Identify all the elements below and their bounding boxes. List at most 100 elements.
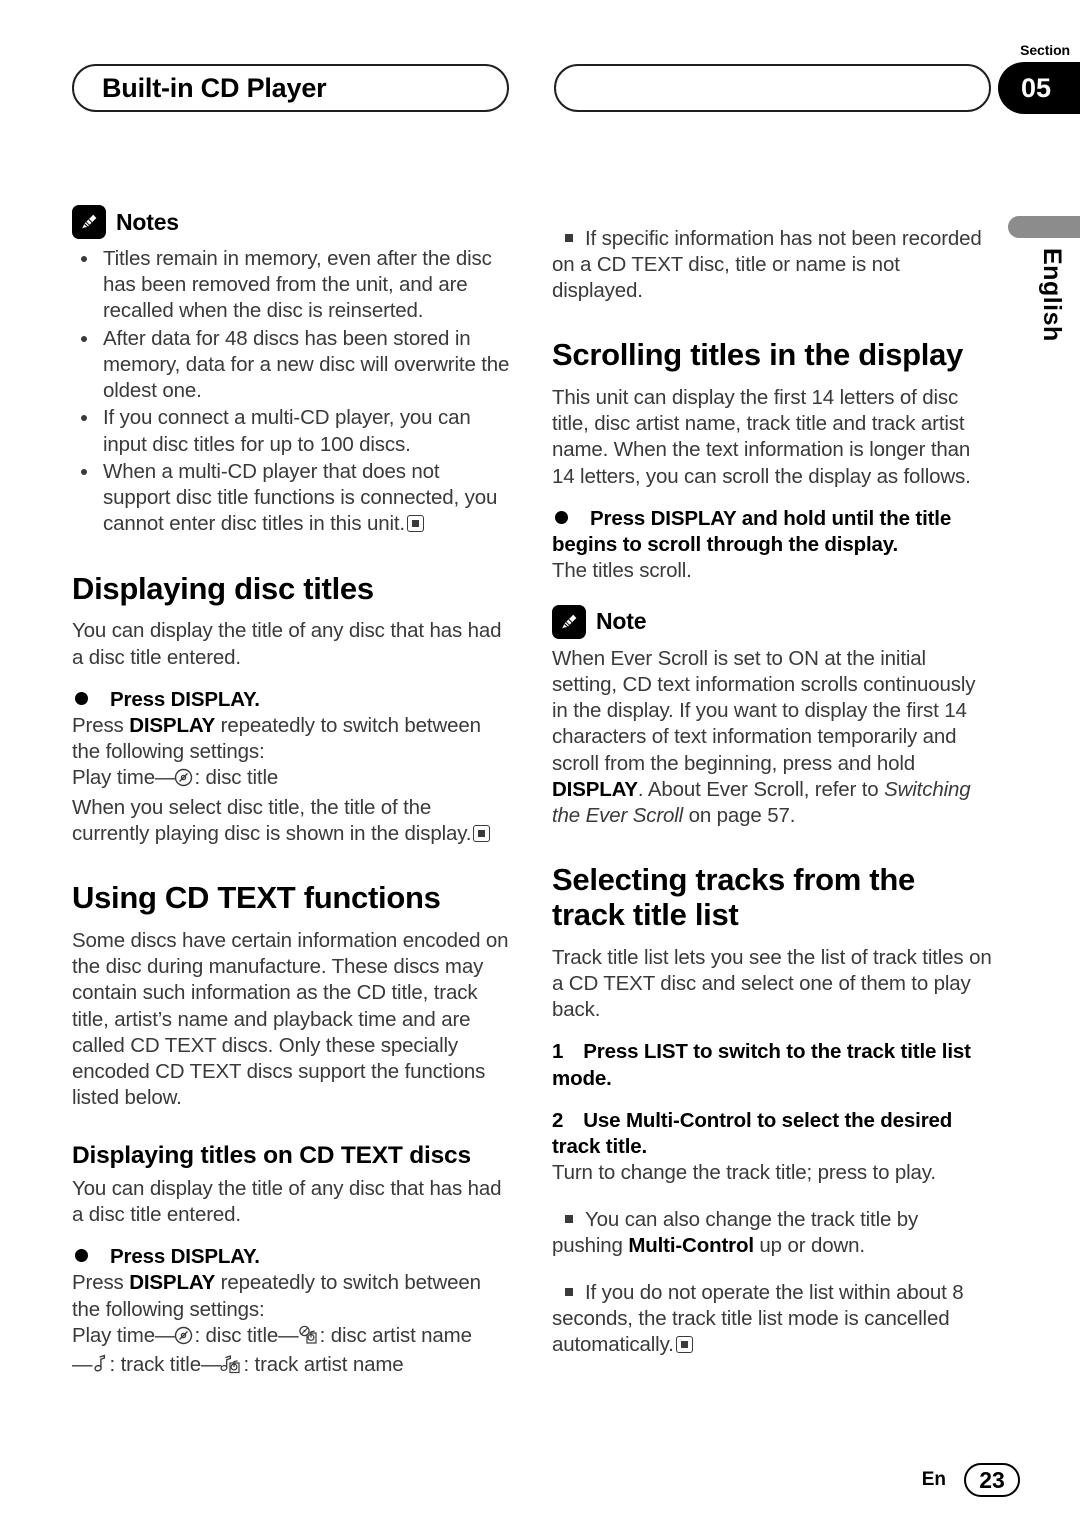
language-tab-marker (1008, 216, 1080, 238)
square-bullet-icon (565, 1288, 573, 1297)
sequence-disc-title: : disc title (194, 1323, 279, 1347)
displaying-titles-cd-text-intro: You can display the title of any disc th… (72, 1176, 502, 1226)
section-number-badge: 05 (998, 62, 1080, 114)
list-item-text: When a multi-CD player that does not sup… (103, 459, 498, 536)
top-square-note: If specific information has not been rec… (552, 226, 992, 305)
note-part-2: . About Ever Scroll, refer to (637, 777, 885, 801)
using-cd-text-body: Some discs have certain information enco… (72, 928, 509, 1110)
page-footer: En 23 (922, 1463, 1020, 1497)
body-pre: Press (72, 714, 130, 737)
bullet-dot-icon (555, 510, 568, 524)
square-bullet-icon (565, 1215, 573, 1224)
step-text: Press DISPLAY. (110, 1245, 260, 1269)
end-of-topic-icon (675, 1336, 693, 1354)
sub-note-1-bold: Multi-Control (628, 1234, 754, 1258)
display-sequence-3: —: track title—: track artist name (72, 1352, 512, 1381)
note-bold-display: DISPLAY (552, 777, 638, 801)
sub-note-1-post: up or down. (753, 1234, 865, 1258)
sequence-disc-artist: : disc artist name (319, 1323, 472, 1347)
list-item: If you connect a multi-CD player, you ca… (72, 405, 512, 457)
square-bullet-icon (565, 233, 573, 242)
bullet-dot-icon (75, 691, 88, 705)
sub-note-2-text: If you do not operate the list within ab… (552, 1280, 964, 1357)
displaying-titles-cd-text-body: Press DISPLAY repeatedly to switch betwe… (72, 1270, 512, 1322)
step-1-press-list: 1 Press LIST to switch to the track title… (552, 1039, 992, 1091)
closing-text: When you select disc title, the title of… (72, 795, 472, 845)
notes-header: Notes (72, 205, 512, 239)
selecting-tracks-intro: Track title list lets you see the list o… (552, 945, 992, 1022)
sequence-suffix: : disc title (194, 766, 279, 790)
displaying-disc-titles-closing: When you select disc title, the title of… (72, 795, 512, 847)
pencil-icon (72, 205, 106, 239)
step-2-use-multi-control: 2 Use Multi-Control to select the desired… (552, 1108, 992, 1160)
right-column: If specific information has not been rec… (552, 205, 992, 1379)
heading-using-cd-text-functions: Using CD TEXT functions (72, 880, 441, 916)
sequence-dash: — (154, 1323, 175, 1347)
step-text: Press DISPLAY and hold until the title b… (552, 506, 952, 557)
sequence-play-time: Play time (72, 1323, 155, 1347)
end-of-topic-icon (473, 824, 491, 842)
footer-page-number: 23 (964, 1463, 1020, 1497)
notes-list: Titles remain in memory, even after the … (72, 246, 512, 538)
note-part-3: on page 57. (683, 803, 796, 827)
body-bold: DISPLAY (129, 714, 216, 737)
step-press-display-hold: Press DISPLAY and hold until the title b… (552, 506, 992, 558)
step-text: Press LIST to switch to the track title … (552, 1040, 971, 1090)
sequence-dash: — (200, 1353, 221, 1377)
sequence-prefix: Play time (72, 766, 155, 790)
heading-selecting-tracks: Selecting tracks from the track title li… (552, 862, 915, 932)
left-column: Notes Titles remain in memory, even afte… (72, 205, 512, 1381)
heading-scrolling-titles: Scrolling titles in the display (552, 337, 964, 373)
track-artist-icon (220, 1354, 242, 1381)
step-2-result: Turn to change the track title; press to… (552, 1161, 936, 1185)
step-text: Use Multi-Control to select the desired … (552, 1108, 953, 1159)
page-header: Built-in CD Player Section 05 (0, 0, 1080, 150)
page-title: Built-in CD Player (102, 72, 327, 103)
music-note-icon (92, 1354, 109, 1381)
list-item: Titles remain in memory, even after the … (72, 246, 512, 325)
disc-artist-icon (298, 1325, 319, 1352)
note-body: When Ever Scroll is set to ON at the ini… (552, 646, 992, 830)
sequence-dash: — (72, 1353, 92, 1377)
step-number: 2 (552, 1108, 564, 1132)
heading-displaying-titles-cd-text: Displaying titles on CD TEXT discs (72, 1141, 471, 1169)
body-pre: Press (72, 1271, 130, 1295)
chapter-title-pill: Built-in CD Player (72, 64, 509, 112)
step-press-display-1: Press DISPLAY. (72, 687, 512, 713)
scrolling-titles-result: The titles scroll. (552, 559, 692, 583)
display-sequence-1: Play time— : disc title (72, 765, 512, 794)
bullet-dot-icon (75, 1249, 88, 1263)
pencil-icon (552, 604, 586, 639)
heading-displaying-disc-titles: Displaying disc titles (72, 570, 374, 606)
sequence-track-title: : track title (109, 1353, 202, 1377)
note-header: Note (552, 604, 992, 639)
displaying-disc-titles-body: Press DISPLAY repeatedly to switch betwe… (72, 713, 512, 765)
note-block: Note When Ever Scroll is set to ON at th… (552, 604, 992, 830)
sub-note-1: You can also change the track title by p… (552, 1207, 992, 1259)
disc-icon (174, 1326, 193, 1352)
body-bold: DISPLAY (129, 1271, 216, 1295)
step-number: 1 (552, 1040, 564, 1064)
displaying-disc-titles-intro: You can display the title of any disc th… (72, 619, 502, 669)
end-of-topic-icon (406, 515, 424, 533)
footer-language-code: En (921, 1469, 946, 1490)
notes-block: Notes Titles remain in memory, even afte… (72, 205, 512, 538)
note-title: Note (596, 608, 647, 635)
disc-icon (174, 768, 193, 794)
top-square-note-text: If specific information has not been rec… (552, 226, 982, 302)
step-press-display-2: Press DISPLAY. (72, 1244, 512, 1270)
display-sequence-2: Play time—: disc title—: disc artist nam… (72, 1323, 512, 1352)
sub-note-2: If you do not operate the list within ab… (552, 1280, 992, 1359)
notes-title: Notes (116, 208, 179, 235)
scrolling-titles-body: This unit can display the first 14 lette… (552, 385, 971, 488)
note-part-1: When Ever Scroll is set to ON at the ini… (552, 646, 976, 775)
sequence-track-artist: : track artist name (243, 1353, 404, 1377)
header-secondary-pill (554, 64, 991, 112)
section-label: Section (1020, 42, 1070, 58)
language-label: English (1038, 248, 1066, 342)
list-item: After data for 48 discs has been stored … (72, 326, 512, 405)
sequence-dash: — (154, 766, 175, 790)
list-item: When a multi-CD player that does not sup… (72, 459, 512, 538)
step-text: Press DISPLAY. (110, 687, 260, 711)
